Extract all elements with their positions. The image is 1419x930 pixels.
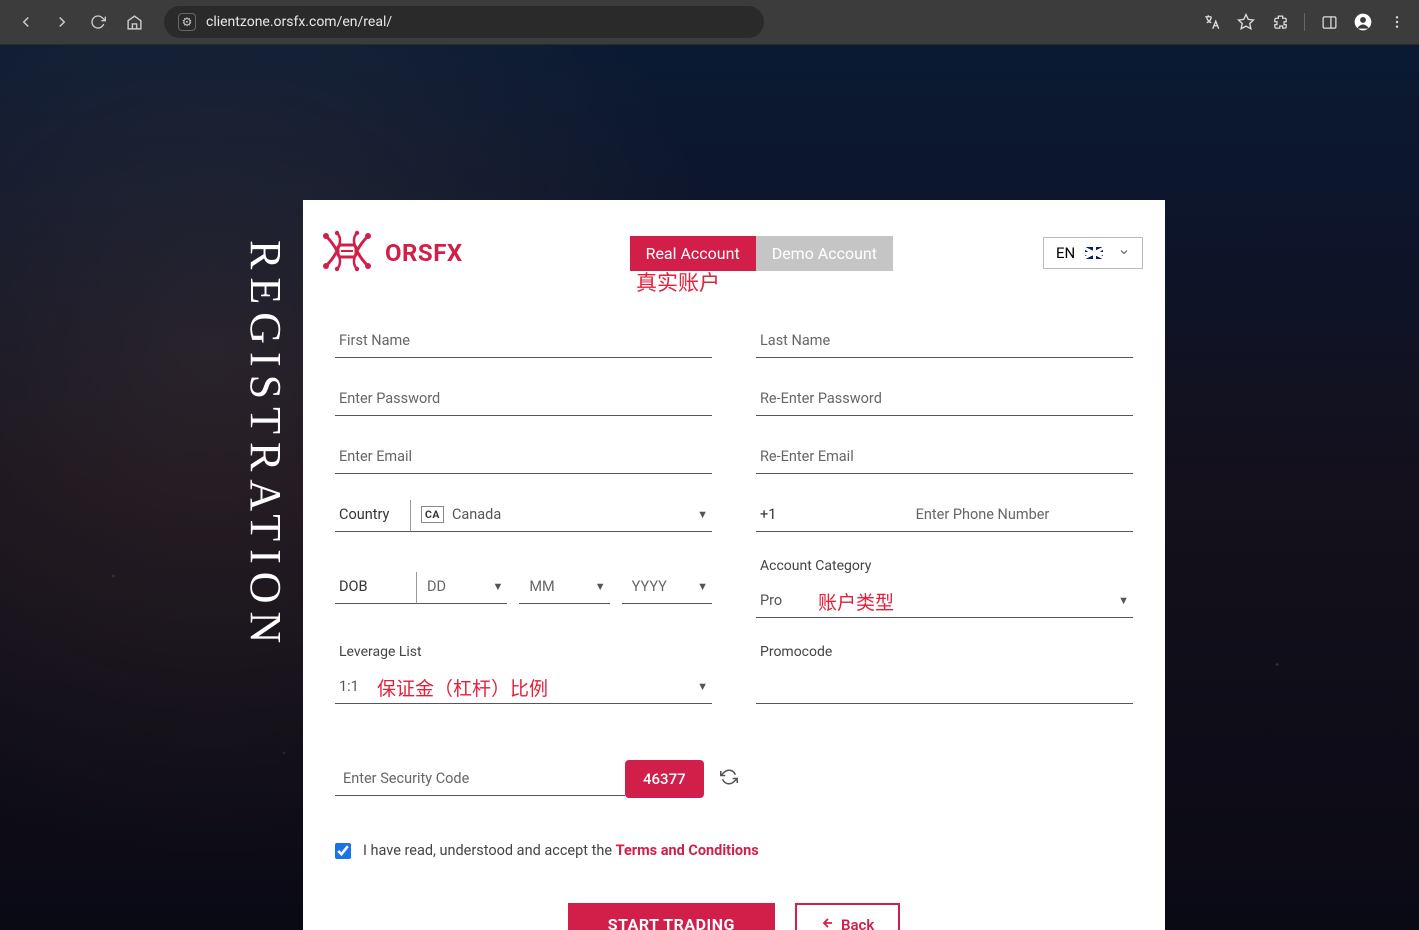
bookmark-star-icon[interactable] [1236, 12, 1256, 32]
reenter-password-input[interactable] [760, 390, 1129, 407]
reenter-email-input[interactable] [760, 448, 1129, 465]
dob-label: DOB [335, 572, 417, 604]
logo-text: ORSFX [385, 239, 463, 267]
security-row: 46377 [335, 730, 1133, 798]
dropdown-icon: ▼ [1118, 594, 1129, 607]
leverage-value: 1:1 [339, 678, 359, 695]
security-code-field[interactable] [335, 762, 625, 796]
registration-card: ORSFX Real Account Demo Account EN [303, 200, 1165, 930]
side-title: REGISTRATION [240, 240, 291, 651]
last-name-field[interactable] [756, 326, 1133, 358]
separator [1304, 13, 1305, 31]
start-trading-button[interactable]: START TRADING [568, 903, 775, 930]
terms-text: I have read, understood and accept the T… [363, 842, 759, 859]
home-icon[interactable] [120, 8, 148, 36]
browser-toolbar: ⚙ clientzone.orsfx.com/en/real/ [0, 0, 1419, 45]
dropdown-icon: ▼ [595, 580, 606, 593]
country-flag-code: CA [421, 506, 444, 523]
back-icon[interactable] [12, 8, 40, 36]
promocode-label: Promocode [756, 644, 1133, 660]
real-account-annotation: 真实账户 [636, 267, 720, 297]
language-selector[interactable]: EN [1043, 237, 1143, 269]
language-code: EN [1056, 244, 1075, 262]
profile-icon[interactable] [1353, 12, 1373, 32]
phone-input[interactable] [836, 506, 1129, 523]
uk-flag-icon [1085, 247, 1103, 259]
leverage-select[interactable]: 1:1 保证金（杠杆）比例 ▼ [335, 672, 712, 704]
account-category-select[interactable]: Pro 账户类型 ▼ [756, 586, 1133, 618]
last-name-input[interactable] [760, 332, 1129, 349]
first-name-field[interactable] [335, 326, 712, 358]
dob-day-select[interactable]: DD▼ [417, 572, 507, 604]
tab-demo-account[interactable]: Demo Account [756, 236, 893, 271]
site-info-icon[interactable]: ⚙ [178, 13, 196, 31]
reenter-password-field[interactable] [756, 384, 1133, 416]
first-name-input[interactable] [339, 332, 708, 349]
chevron-down-icon [1118, 244, 1130, 262]
account-category-value: Pro [760, 592, 782, 609]
password-input[interactable] [339, 390, 708, 407]
dob-field: DOB DD▼ MM▼ YYYY▼ [335, 558, 712, 618]
page-background: REGISTRATION ORSFX [0, 45, 1419, 930]
buttons-row: START TRADING Back [335, 885, 1133, 930]
logo: ORSFX [319, 230, 463, 276]
forward-icon[interactable] [48, 8, 76, 36]
promocode-field[interactable] [756, 672, 1133, 704]
terms-checkbox[interactable] [335, 843, 351, 859]
account-category-block: Account Category Pro 账户类型 ▼ [756, 558, 1133, 618]
country-label: Country [335, 500, 411, 532]
promocode-input[interactable] [760, 678, 1129, 695]
phone-field[interactable]: +1 [756, 500, 1133, 532]
extensions-icon[interactable] [1270, 12, 1290, 32]
dropdown-icon: ▼ [697, 680, 708, 693]
address-bar[interactable]: ⚙ clientzone.orsfx.com/en/real/ [164, 6, 764, 38]
country-value: Canada [452, 506, 501, 523]
logo-icon [319, 230, 375, 276]
terms-link[interactable]: Terms and Conditions [616, 842, 759, 859]
dial-code: +1 [756, 500, 826, 532]
arrow-left-icon [821, 916, 835, 930]
translate-icon[interactable] [1202, 12, 1222, 32]
account-category-label: Account Category [756, 558, 1133, 574]
url-text: clientzone.orsfx.com/en/real/ [206, 14, 392, 30]
promocode-block: Promocode [756, 644, 1133, 704]
dob-month-select[interactable]: MM▼ [519, 572, 609, 604]
reenter-email-field[interactable] [756, 442, 1133, 474]
back-button[interactable]: Back [795, 903, 900, 930]
email-input[interactable] [339, 448, 708, 465]
country-field[interactable]: Country CA Canada ▼ [335, 500, 712, 532]
email-field[interactable] [335, 442, 712, 474]
leverage-annotation: 保证金（杠杆）比例 [377, 674, 548, 701]
tab-real-account[interactable]: Real Account [630, 236, 756, 271]
password-field[interactable] [335, 384, 712, 416]
dob-year-select[interactable]: YYYY▼ [622, 572, 712, 604]
terms-row: I have read, understood and accept the T… [335, 824, 1133, 859]
captcha-code: 46377 [625, 760, 704, 798]
reload-icon[interactable] [84, 8, 112, 36]
dropdown-icon: ▼ [697, 580, 708, 593]
dropdown-icon: ▼ [492, 580, 503, 593]
security-code-input[interactable] [343, 770, 621, 787]
menu-dots-icon[interactable] [1387, 12, 1407, 32]
dropdown-icon: ▼ [697, 508, 708, 521]
refresh-captcha-icon[interactable] [720, 768, 738, 791]
account-category-annotation: 账户类型 [818, 588, 894, 615]
back-button-label: Back [841, 916, 874, 930]
leverage-label: Leverage List [335, 644, 712, 660]
panel-icon[interactable] [1319, 12, 1339, 32]
leverage-block: Leverage List 1:1 保证金（杠杆）比例 ▼ [335, 644, 712, 704]
